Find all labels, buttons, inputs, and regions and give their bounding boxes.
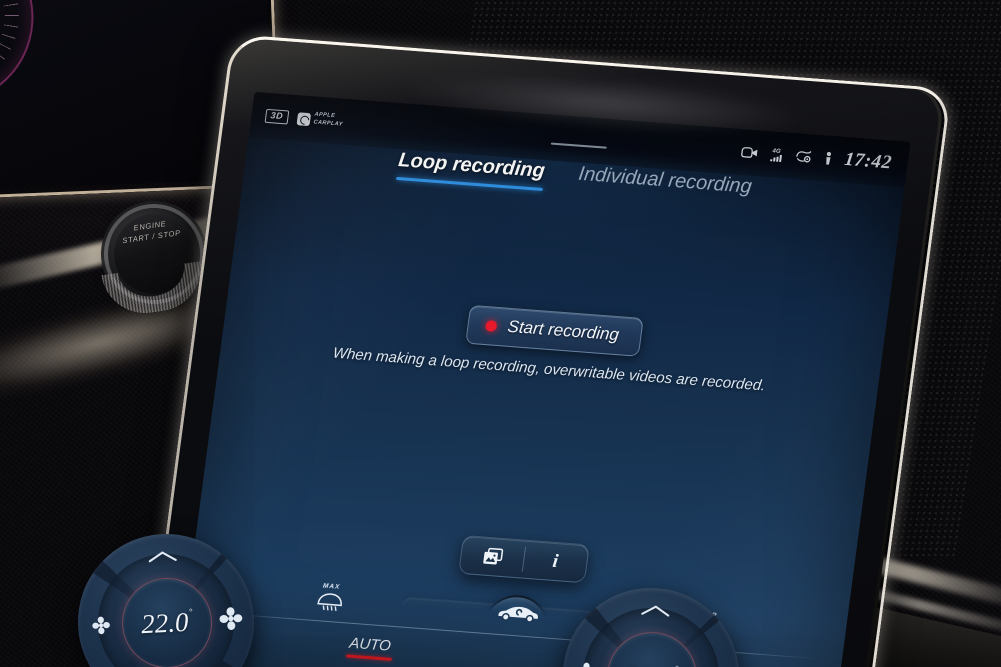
airflow-button[interactable]	[494, 599, 543, 624]
temp-number-left: 22.0	[140, 606, 190, 639]
apple-carplay-badge[interactable]: APPLE CARPLAY	[296, 110, 344, 129]
temperature-value-right: 22.0°	[625, 660, 679, 667]
carplay-line-1: APPLE	[314, 111, 336, 120]
profile-icon[interactable]	[824, 151, 833, 165]
carplay-label: APPLE CARPLAY	[313, 112, 344, 130]
infotainment-screen: 3D APPLE CARPLAY 4G 17:42 Loop recording…	[178, 91, 911, 667]
status-bar-right: 4G 17:42	[739, 141, 909, 176]
temp-degree-left: °	[188, 606, 193, 617]
center-display-unit: 3D APPLE CARPLAY 4G 17:42 Loop recording…	[147, 34, 990, 667]
carplay-line-2: CARPLAY	[313, 119, 344, 128]
record-indicator-dot	[485, 319, 498, 332]
auto-climate-button[interactable]: AUTO	[345, 635, 394, 661]
temp-number-right: 22.0	[625, 660, 674, 667]
max-defrost-label: MAX	[322, 582, 341, 591]
climate-dial-right[interactable]: 22.0°	[557, 582, 745, 667]
badge-3d[interactable]: 3D	[264, 108, 289, 125]
info-icon: i	[551, 550, 560, 573]
auto-active-underline	[345, 654, 392, 661]
start-recording-label: Start recording	[506, 316, 621, 345]
gallery-button[interactable]	[459, 536, 526, 577]
status-bar-left: 3D APPLE CARPLAY	[250, 107, 344, 130]
auto-label: AUTO	[348, 634, 392, 655]
pull-down-handle[interactable]	[550, 142, 607, 149]
screenshot-root: 7 R P ENGINE START / STOP 3D	[0, 0, 1001, 667]
start-recording-button[interactable]: Start recording	[465, 304, 644, 357]
front-defrost-icon	[314, 591, 344, 612]
temperature-value-left: 22.0°	[140, 606, 193, 640]
info-button[interactable]: i	[522, 541, 589, 582]
carplay-icon	[296, 111, 311, 126]
climate-quick-bar: MAX REAR	[178, 568, 848, 667]
navigation-icon[interactable]	[794, 149, 813, 164]
network-label: 4G	[772, 147, 782, 155]
media-actions-pill: i	[458, 534, 590, 584]
max-defrost-button[interactable]: MAX	[314, 582, 346, 612]
dashcam-icon[interactable]	[740, 146, 759, 159]
clock: 17:42	[843, 148, 894, 174]
temp-degree-right: °	[675, 663, 679, 667]
gallery-icon	[481, 547, 504, 567]
network-signal-icon[interactable]: 4G	[769, 147, 783, 162]
car-airflow-icon	[494, 599, 543, 624]
climate-dial-left[interactable]: 22.0°	[73, 529, 259, 667]
signal-bars	[769, 154, 782, 162]
